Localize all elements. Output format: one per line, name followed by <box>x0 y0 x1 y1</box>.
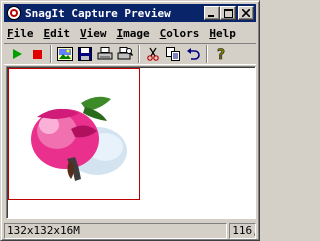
menu-accelerator: H <box>209 26 216 40</box>
rose-image <box>31 96 127 181</box>
toolbar-separator <box>138 45 140 63</box>
menu-label-rest: dit <box>50 26 70 40</box>
menu-label-rest: elp <box>216 26 236 40</box>
menu-view[interactable]: View <box>77 27 110 40</box>
status-bar: 132x132x16M 116,5 <box>4 222 256 239</box>
minimize-button[interactable] <box>204 6 220 20</box>
menu-help[interactable]: Help <box>206 27 239 40</box>
undo-icon[interactable] <box>183 44 203 64</box>
image-icon[interactable] <box>55 44 75 64</box>
captured-image-frame[interactable] <box>8 68 140 200</box>
menu-file[interactable]: File <box>4 27 37 40</box>
menu-label-rest: olors <box>166 26 200 40</box>
svg-text:?: ? <box>217 47 225 61</box>
menu-colors[interactable]: Colors <box>157 27 203 40</box>
menu-accelerator: F <box>7 26 14 40</box>
copy-icon[interactable] <box>163 44 183 64</box>
status-coords: 116,5 <box>229 222 256 239</box>
cut-icon[interactable] <box>143 44 163 64</box>
maximize-button[interactable] <box>220 6 236 20</box>
status-dimensions: 132x132x16M <box>4 222 228 239</box>
toolbar-separator <box>206 45 208 63</box>
title-bar[interactable]: SnagIt Capture Preview <box>4 4 256 22</box>
save-icon[interactable] <box>75 44 95 64</box>
snagit-app-icon[interactable] <box>6 5 22 21</box>
toolbar-separator <box>50 45 52 63</box>
print-preview-icon[interactable] <box>115 44 135 64</box>
menu-label-rest: ile <box>13 26 34 40</box>
close-button[interactable] <box>238 6 254 20</box>
menu-accelerator: V <box>80 26 87 40</box>
menu-bar: File Edit View Image Colors Help <box>4 24 256 42</box>
stop-icon[interactable] <box>27 44 47 64</box>
window-title: SnagIt Capture Preview <box>25 6 171 20</box>
print-icon[interactable] <box>95 44 115 64</box>
menu-label-rest: mage <box>123 26 150 40</box>
menu-image[interactable]: Image <box>114 27 153 40</box>
preview-canvas[interactable] <box>6 66 256 219</box>
menu-edit[interactable]: Edit <box>41 27 74 40</box>
menu-label-rest: iew <box>86 26 107 40</box>
app-window: SnagIt Capture Preview File Edit View Image… <box>0 0 260 241</box>
help-icon[interactable]: ? <box>211 44 231 64</box>
play-icon[interactable] <box>7 44 27 64</box>
toolbar: ? <box>4 43 256 65</box>
